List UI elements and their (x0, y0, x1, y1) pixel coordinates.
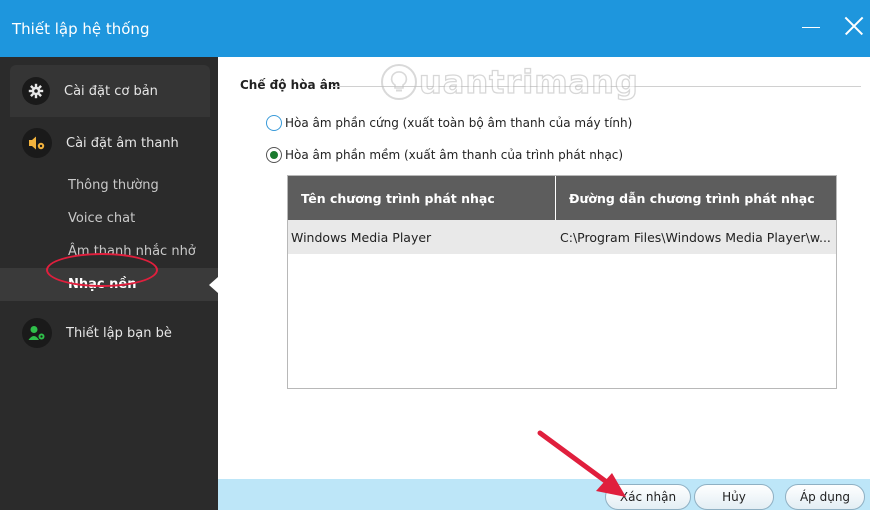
sidebar-item-label: Cài đặt cơ bản (64, 83, 158, 99)
lightbulb-icon (381, 64, 417, 100)
watermark-brand: uantrimang (418, 62, 639, 101)
sidebar-subitem-voice-chat[interactable]: Voice chat (0, 202, 218, 235)
speaker-settings-icon (22, 128, 52, 158)
sidebar-item-basic-settings[interactable]: Cài đặt cơ bản (10, 65, 210, 117)
radio-label: Hòa âm phần cứng (xuất toàn bộ âm thanh … (285, 116, 633, 130)
sidebar-item-sound-settings[interactable]: Cài đặt âm thanh (0, 117, 218, 169)
apply-button[interactable]: Áp dụng (785, 484, 865, 510)
column-header-player-path[interactable]: Đường dẫn chương trình phát nhạc (556, 176, 836, 220)
table-row[interactable]: Windows Media Player C:\Program Files\Wi… (288, 220, 836, 254)
cell-player-name: Windows Media Player (291, 229, 432, 245)
sidebar-item-label: Cài đặt âm thanh (66, 135, 179, 151)
sidebar-item-friend-settings[interactable]: Thiết lập bạn bè (0, 307, 218, 359)
watermark: uantrimang (381, 57, 639, 107)
minimize-icon[interactable] (800, 16, 822, 38)
cell-player-path: C:\Program Files\Windows Media Player\w.… (560, 229, 831, 245)
annotation-highlight-ellipse (46, 253, 158, 287)
annotation-arrow (537, 430, 626, 497)
music-player-table: Tên chương trình phát nhạc Đường dẫn chư… (287, 175, 837, 389)
window-title: Thiết lập hệ thống (12, 20, 150, 38)
radio-label: Hòa âm phần mềm (xuất âm thanh của trình… (285, 148, 624, 162)
sidebar-item-label: Thiết lập bạn bè (66, 325, 172, 341)
radio-software-mixing[interactable]: Hòa âm phần mềm (xuất âm thanh của trình… (266, 147, 623, 163)
cancel-button[interactable]: Hủy (694, 484, 774, 510)
sidebar-subitem-normal[interactable]: Thông thường (0, 169, 218, 202)
section-title: Chế độ hòa âm (240, 78, 341, 92)
radio-hardware-mixing[interactable]: Hòa âm phần cứng (xuất toàn bộ âm thanh … (266, 115, 632, 131)
title-bar: Thiết lập hệ thống (0, 0, 870, 57)
column-header-player-name[interactable]: Tên chương trình phát nhạc (288, 176, 556, 220)
user-settings-icon (22, 318, 52, 348)
radio-button-selected[interactable] (266, 147, 282, 163)
gear-icon (22, 77, 50, 105)
sidebar-subitem-label: Thông thường (68, 178, 159, 193)
radio-button[interactable] (266, 115, 282, 131)
close-icon[interactable] (842, 14, 866, 38)
sidebar-subitem-label: Voice chat (68, 211, 136, 226)
table-header: Tên chương trình phát nhạc Đường dẫn chư… (288, 176, 836, 220)
main-panel: Chế độ hòa âm uantrimang Hòa âm phần cứn… (218, 57, 870, 479)
